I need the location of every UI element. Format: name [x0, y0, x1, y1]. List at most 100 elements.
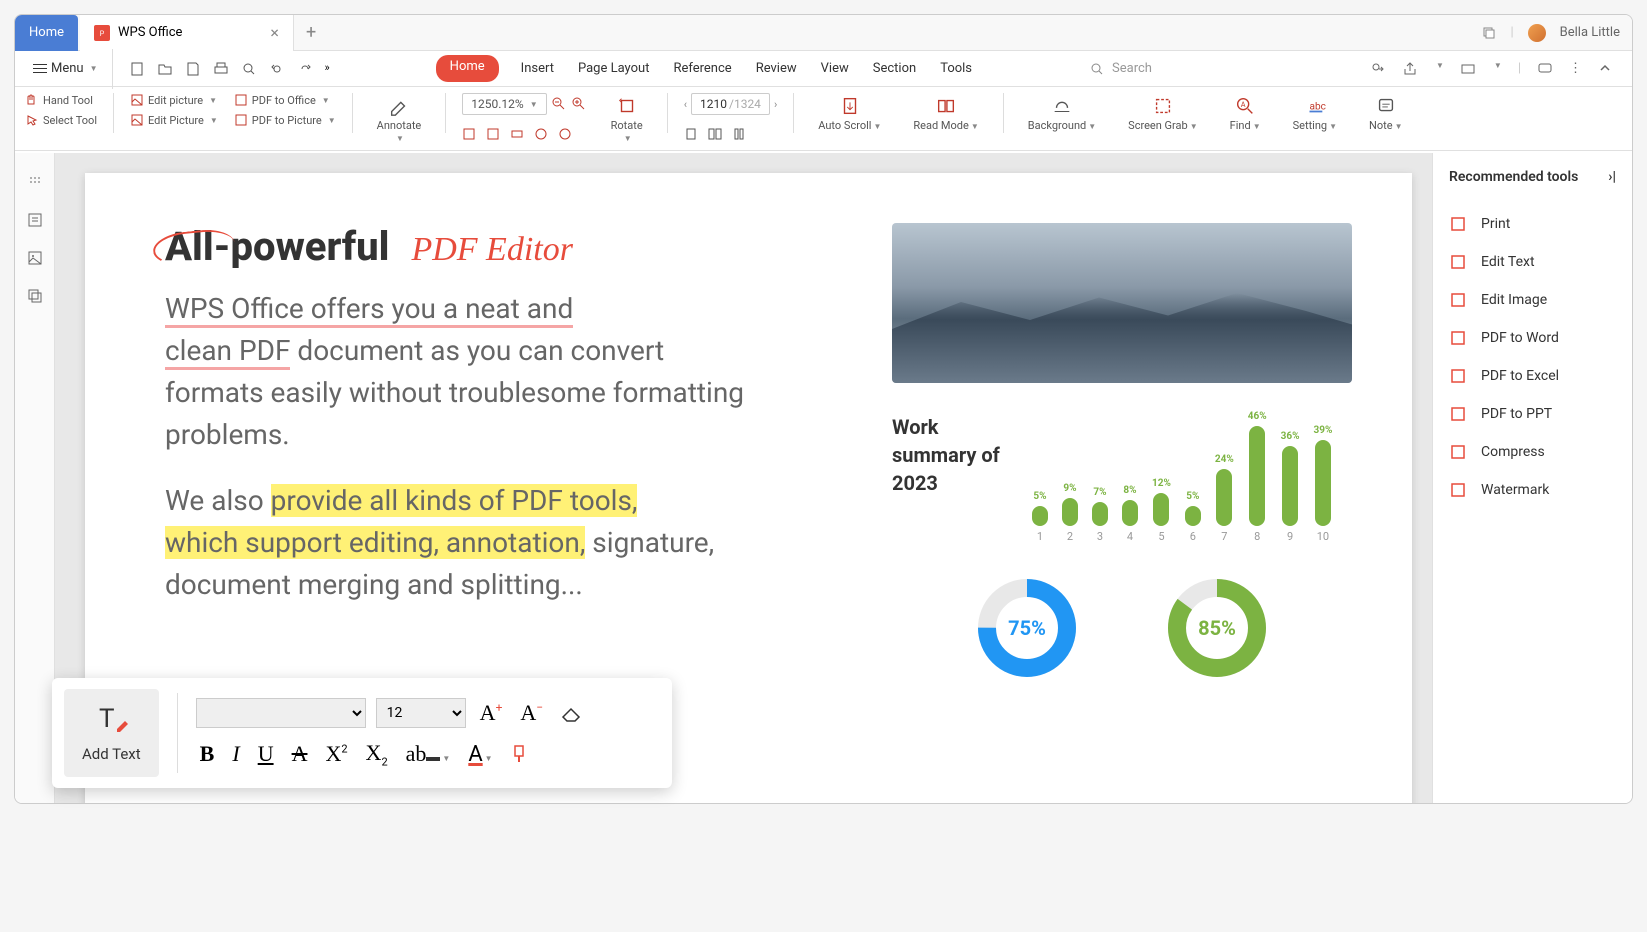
tool-edit-image[interactable]: Edit Image	[1449, 281, 1616, 319]
close-icon[interactable]: ×	[270, 23, 279, 42]
layout-icon-1[interactable]	[684, 127, 698, 141]
ribbon-tab-view[interactable]: View	[819, 55, 851, 82]
bar-2: 9%2	[1062, 483, 1078, 543]
ribbon-tab-tools[interactable]: Tools	[938, 55, 974, 82]
edit-picture-1[interactable]: Edit picture▼	[130, 93, 218, 107]
ribbon-tab-review[interactable]: Review	[754, 55, 799, 82]
close-window-icon[interactable]: ✕	[1601, 14, 1612, 18]
zoom-value[interactable]: 1250.12%▼	[462, 93, 546, 115]
setting[interactable]: abcSetting▼	[1285, 93, 1345, 134]
tool-pdf-ppt[interactable]: PDF to PPT	[1449, 395, 1616, 433]
paragraph-1: WPS Office offers you a neat and clean P…	[165, 288, 765, 456]
tool-pdf-word[interactable]: PDF to Word	[1449, 319, 1616, 357]
rotate[interactable]: Rotate▼	[603, 93, 651, 145]
highlight-button[interactable]: ab▼	[402, 741, 455, 767]
shrink-font-button[interactable]: A−	[516, 700, 547, 726]
undo-icon[interactable]	[269, 61, 285, 77]
tool-compress[interactable]: Compress	[1449, 433, 1616, 471]
donut-1: 75%	[972, 573, 1082, 683]
drag-handle-icon[interactable]	[26, 173, 44, 191]
underline-button[interactable]: U	[254, 741, 278, 767]
edit-picture-2[interactable]: Edit Picture▼	[130, 113, 218, 127]
left-sidebar	[15, 153, 55, 803]
tab-document[interactable]: P WPS Office ×	[80, 15, 294, 51]
avatar[interactable]	[1528, 24, 1546, 42]
chat-icon[interactable]	[1537, 61, 1553, 77]
new-icon[interactable]	[129, 61, 145, 77]
fit-icon-4[interactable]	[534, 127, 548, 141]
minimize-icon[interactable]: —	[1543, 14, 1553, 18]
page-number[interactable]: 1210/1324	[691, 93, 770, 115]
fit-icon-5[interactable]	[558, 127, 572, 141]
ribbon-tab-section[interactable]: Section	[871, 55, 918, 82]
fit-icon-3[interactable]	[510, 127, 524, 141]
note[interactable]: Note▼	[1361, 93, 1410, 134]
annotate[interactable]: Annotate▼	[369, 93, 430, 145]
fit-icon-2[interactable]	[486, 127, 500, 141]
more-menu-icon[interactable]: ⋮	[1569, 61, 1582, 77]
menu-button[interactable]: Menu ▼	[25, 57, 106, 80]
zoom-in-icon[interactable]	[571, 96, 587, 112]
export-icon[interactable]	[1402, 61, 1418, 77]
search-box[interactable]: Search	[1090, 61, 1152, 76]
preview-icon[interactable]	[241, 61, 257, 77]
layout-icon-2[interactable]	[708, 127, 722, 141]
superscript-button[interactable]: X2	[321, 741, 351, 767]
ribbon-tabs: Home Insert Page Layout Reference Review…	[436, 55, 974, 82]
zoom-out-icon[interactable]	[551, 96, 567, 112]
pdf-to-picture[interactable]: PDF to Picture▼	[234, 113, 336, 127]
auto-scroll[interactable]: Auto Scroll▼	[810, 93, 889, 134]
ribbon-tab-insert[interactable]: Insert	[519, 55, 556, 82]
save-icon[interactable]	[185, 61, 201, 77]
open-icon[interactable]	[157, 61, 173, 77]
share-icon[interactable]	[1370, 61, 1386, 77]
edit-image-icon	[1449, 291, 1467, 309]
bar-1: 5%1	[1032, 491, 1048, 543]
user-name[interactable]: Bella Little	[1560, 25, 1620, 40]
next-page-icon[interactable]: ›	[774, 98, 777, 111]
new-tab-button[interactable]: +	[294, 22, 328, 43]
title-part1: All-	[165, 223, 231, 270]
panel-collapse-icon[interactable]: ›|	[1608, 169, 1616, 185]
tool-print[interactable]: Print	[1449, 205, 1616, 243]
prev-page-icon[interactable]: ‹	[684, 98, 687, 111]
font-color-button[interactable]: A▼	[464, 741, 496, 767]
bold-button[interactable]: B	[196, 741, 219, 767]
font-family-select[interactable]	[196, 698, 366, 728]
image-icon[interactable]	[26, 249, 44, 267]
format-painter-icon[interactable]	[507, 742, 531, 766]
tool-watermark[interactable]: Watermark	[1449, 471, 1616, 509]
cloud-icon[interactable]	[1460, 61, 1476, 77]
fit-icon-1[interactable]	[462, 127, 476, 141]
add-text-button[interactable]: T Add Text	[64, 689, 159, 777]
bar-6: 5%6	[1185, 491, 1201, 543]
ribbon-tab-home[interactable]: Home	[436, 55, 499, 82]
find[interactable]: AFind▼	[1222, 93, 1269, 134]
copy-icon[interactable]	[26, 287, 44, 305]
collapse-icon[interactable]	[1598, 61, 1612, 75]
print-icon[interactable]	[213, 61, 229, 77]
select-tool[interactable]: Select Tool	[25, 113, 97, 127]
eraser-icon[interactable]	[557, 699, 585, 727]
redo-icon[interactable]	[297, 61, 313, 77]
grow-font-button[interactable]: A+	[476, 700, 507, 726]
outline-icon[interactable]	[26, 211, 44, 229]
pdf-to-office[interactable]: PDF to Office▼	[234, 93, 336, 107]
restore-icon[interactable]	[1482, 26, 1496, 40]
tool-edit-text[interactable]: Edit Text	[1449, 243, 1616, 281]
layout-icon-3[interactable]	[732, 127, 746, 141]
more-icon[interactable]: »	[325, 61, 330, 77]
tab-home[interactable]: Home	[15, 15, 78, 51]
font-size-select[interactable]: 12	[376, 698, 466, 728]
read-mode[interactable]: Read Mode▼	[905, 93, 986, 134]
hand-tool[interactable]: Hand Tool	[25, 93, 97, 107]
screen-grab[interactable]: Screen Grab▼	[1120, 93, 1205, 134]
tool-pdf-excel[interactable]: PDF to Excel	[1449, 357, 1616, 395]
ribbon-tab-reference[interactable]: Reference	[671, 55, 733, 82]
strikethrough-button[interactable]: A	[288, 741, 312, 767]
ribbon-tab-pagelayout[interactable]: Page Layout	[576, 55, 652, 82]
maximize-icon[interactable]: ☐	[1571, 14, 1583, 18]
italic-button[interactable]: I	[228, 741, 243, 767]
subscript-button[interactable]: X2	[362, 740, 392, 768]
background[interactable]: Background▼	[1020, 93, 1104, 134]
